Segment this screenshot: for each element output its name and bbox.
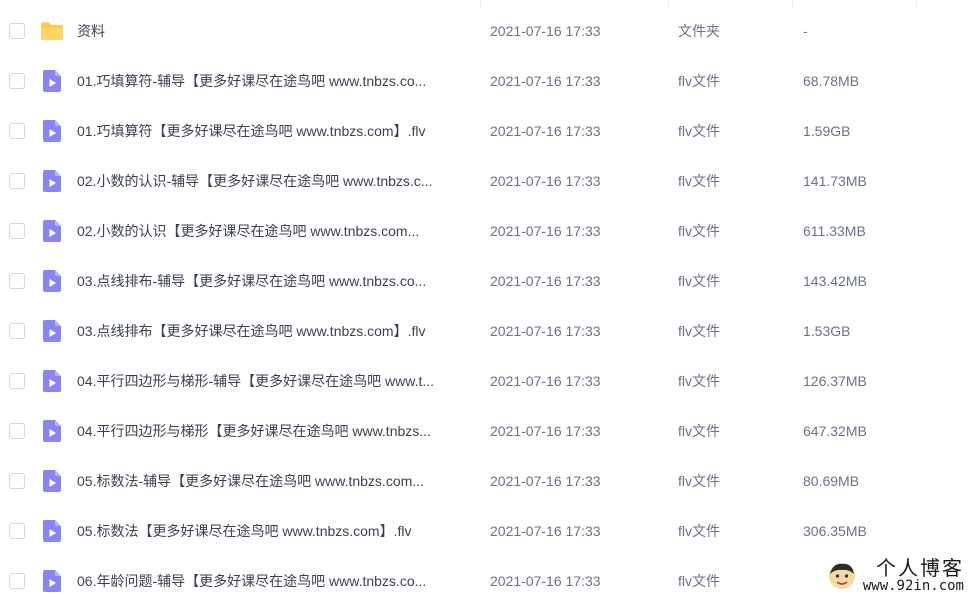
file-name[interactable]: 04.平行四边形与梯形-辅导【更多好课尽在途鸟吧 www.t... <box>77 371 469 391</box>
file-modified-time: 2021-07-16 17:33 <box>490 73 601 89</box>
file-type: 文件夹 <box>678 23 720 39</box>
file-size: 126.37MB <box>803 373 867 389</box>
file-size: 306.35MB <box>803 523 867 539</box>
video-file-icon <box>40 319 64 343</box>
file-row[interactable]: 01.巧填算符【更多好课尽在途鸟吧 www.tnbzs.com】.flv 202… <box>0 106 972 156</box>
file-type: flv文件 <box>678 573 720 589</box>
watermark-title: 个人博客 <box>876 556 964 581</box>
file-size: 611.33MB <box>803 223 866 239</box>
file-modified-time: 2021-07-16 17:33 <box>490 523 601 539</box>
file-name[interactable]: 资料 <box>77 21 469 41</box>
file-type: flv文件 <box>678 273 720 289</box>
file-name[interactable]: 03.点线排布【更多好课尽在途鸟吧 www.tnbzs.com】.flv <box>77 321 469 341</box>
file-row[interactable]: 资料 2021-07-16 17:33 文件夹 - <box>0 6 972 56</box>
file-modified-time: 2021-07-16 17:33 <box>490 473 601 489</box>
file-row[interactable]: 01.巧填算符-辅导【更多好课尽在途鸟吧 www.tnbzs.co... 202… <box>0 56 972 106</box>
file-row[interactable]: 04.平行四边形与梯形【更多好课尽在途鸟吧 www.tnbzs... 2021-… <box>0 406 972 456</box>
row-checkbox[interactable] <box>9 73 25 89</box>
row-checkbox[interactable] <box>9 23 25 39</box>
file-size: 80.69MB <box>803 473 860 489</box>
file-modified-time: 2021-07-16 17:33 <box>490 273 601 289</box>
file-modified-time: 2021-07-16 17:33 <box>490 323 601 339</box>
file-row[interactable]: 03.点线排布【更多好课尽在途鸟吧 www.tnbzs.com】.flv 202… <box>0 306 972 356</box>
row-checkbox[interactable] <box>9 423 25 439</box>
row-checkbox[interactable] <box>9 173 25 189</box>
file-name[interactable]: 06.年龄问题-辅导【更多好课尽在途鸟吧 www.tnbzs.co... <box>77 571 469 591</box>
file-row[interactable]: 02.小数的认识【更多好课尽在途鸟吧 www.tnbzs.com... 2021… <box>0 206 972 256</box>
file-modified-time: 2021-07-16 17:33 <box>490 223 601 239</box>
file-name[interactable]: 03.点线排布-辅导【更多好课尽在途鸟吧 www.tnbzs.co... <box>77 271 469 291</box>
video-file-icon <box>40 169 64 193</box>
file-name[interactable]: 05.标数法-辅导【更多好课尽在途鸟吧 www.tnbzs.com... <box>77 471 469 491</box>
file-type: flv文件 <box>678 323 720 339</box>
file-type: flv文件 <box>678 473 720 489</box>
file-type: flv文件 <box>678 523 720 539</box>
file-modified-time: 2021-07-16 17:33 <box>490 173 601 189</box>
file-name[interactable]: 04.平行四边形与梯形【更多好课尽在途鸟吧 www.tnbzs... <box>77 421 469 441</box>
row-checkbox[interactable] <box>9 573 25 589</box>
file-type: flv文件 <box>678 423 720 439</box>
avatar-icon <box>828 563 855 590</box>
file-size: - <box>803 23 808 39</box>
file-row[interactable]: 02.小数的认识-辅导【更多好课尽在途鸟吧 www.tnbzs.c... 202… <box>0 156 972 206</box>
row-checkbox[interactable] <box>9 473 25 489</box>
file-size: 1.53GB <box>803 323 851 339</box>
watermark: 个人博客 www.92in.com <box>827 558 964 594</box>
file-name[interactable]: 01.巧填算符【更多好课尽在途鸟吧 www.tnbzs.com】.flv <box>77 121 469 141</box>
row-checkbox[interactable] <box>9 223 25 239</box>
file-modified-time: 2021-07-16 17:33 <box>490 123 601 139</box>
row-checkbox[interactable] <box>9 373 25 389</box>
video-file-icon <box>40 469 64 493</box>
file-type: flv文件 <box>678 73 720 89</box>
file-size: 68.78MB <box>803 73 860 89</box>
file-name[interactable]: 05.标数法【更多好课尽在途鸟吧 www.tnbzs.com】.flv <box>77 521 469 541</box>
file-modified-time: 2021-07-16 17:33 <box>490 23 601 39</box>
file-modified-time: 2021-07-16 17:33 <box>490 373 601 389</box>
watermark-url: www.92in.com <box>862 578 964 595</box>
file-modified-time: 2021-07-16 17:33 <box>490 423 601 439</box>
row-checkbox[interactable] <box>9 523 25 539</box>
file-size: 141.73MB <box>803 173 867 189</box>
video-file-icon <box>40 69 64 93</box>
row-checkbox[interactable] <box>9 123 25 139</box>
file-size: 647.32MB <box>803 423 867 439</box>
file-row[interactable]: 04.平行四边形与梯形-辅导【更多好课尽在途鸟吧 www.t... 2021-0… <box>0 356 972 406</box>
file-row[interactable]: 03.点线排布-辅导【更多好课尽在途鸟吧 www.tnbzs.co... 202… <box>0 256 972 306</box>
video-file-icon <box>40 219 64 243</box>
video-file-icon <box>40 119 64 143</box>
video-file-icon <box>40 569 64 593</box>
file-row[interactable]: 05.标数法【更多好课尽在途鸟吧 www.tnbzs.com】.flv 2021… <box>0 506 972 556</box>
file-type: flv文件 <box>678 123 720 139</box>
file-modified-time: 2021-07-16 17:33 <box>490 573 601 589</box>
video-file-icon <box>40 369 64 393</box>
video-file-icon <box>40 269 64 293</box>
video-file-icon <box>40 419 64 443</box>
file-type: flv文件 <box>678 223 720 239</box>
video-file-icon <box>40 519 64 543</box>
file-size: 143.42MB <box>803 273 867 289</box>
file-size: 1.59GB <box>803 123 851 139</box>
row-checkbox[interactable] <box>9 323 25 339</box>
row-checkbox[interactable] <box>9 273 25 289</box>
file-type: flv文件 <box>678 173 720 189</box>
file-type: flv文件 <box>678 373 720 389</box>
file-list: 资料 2021-07-16 17:33 文件夹 - 01.巧填算符-辅导【更多好… <box>0 0 972 598</box>
folder-icon <box>40 19 64 43</box>
file-name[interactable]: 02.小数的认识-辅导【更多好课尽在途鸟吧 www.tnbzs.c... <box>77 171 469 191</box>
file-row[interactable]: 05.标数法-辅导【更多好课尽在途鸟吧 www.tnbzs.com... 202… <box>0 456 972 506</box>
file-name[interactable]: 01.巧填算符-辅导【更多好课尽在途鸟吧 www.tnbzs.co... <box>77 71 469 91</box>
file-name[interactable]: 02.小数的认识【更多好课尽在途鸟吧 www.tnbzs.com... <box>77 221 469 241</box>
